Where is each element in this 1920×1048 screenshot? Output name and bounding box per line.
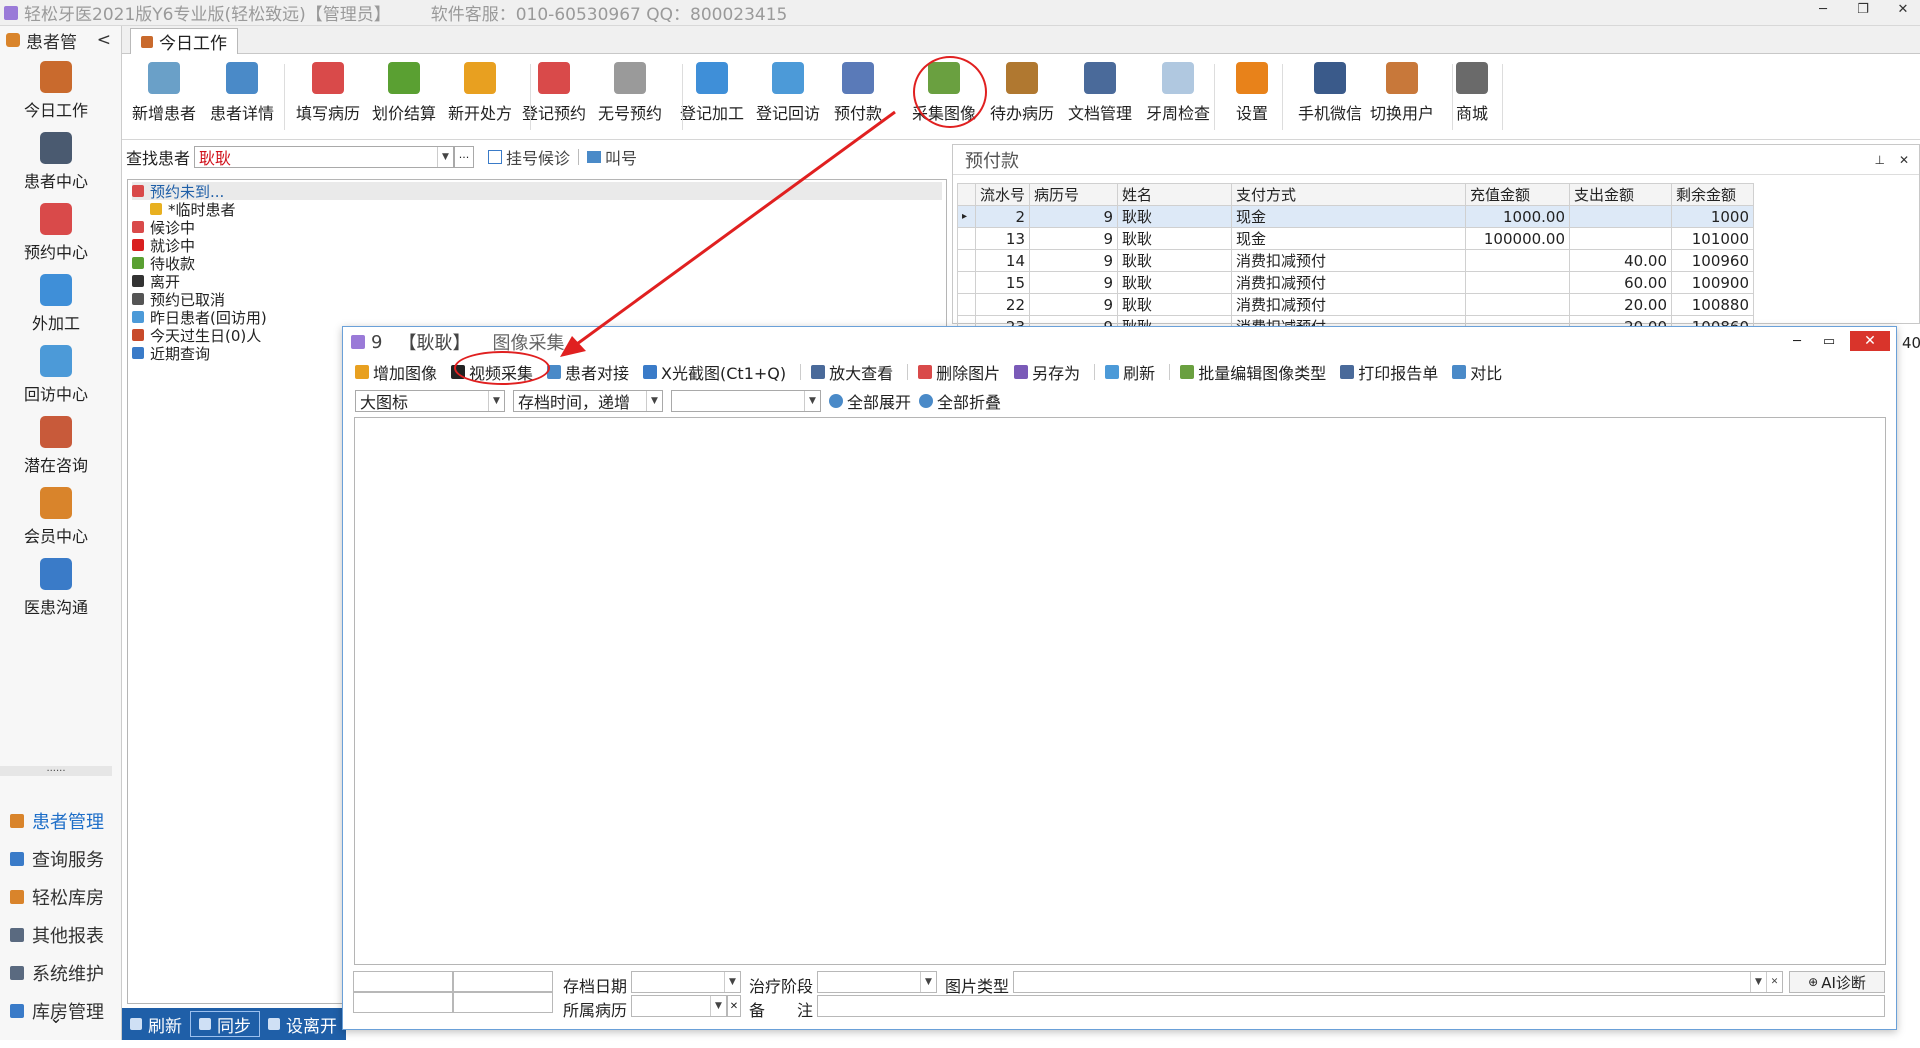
annotation-arrow [560, 110, 896, 357]
prepay-overflow-value: 40 [1902, 334, 1920, 352]
